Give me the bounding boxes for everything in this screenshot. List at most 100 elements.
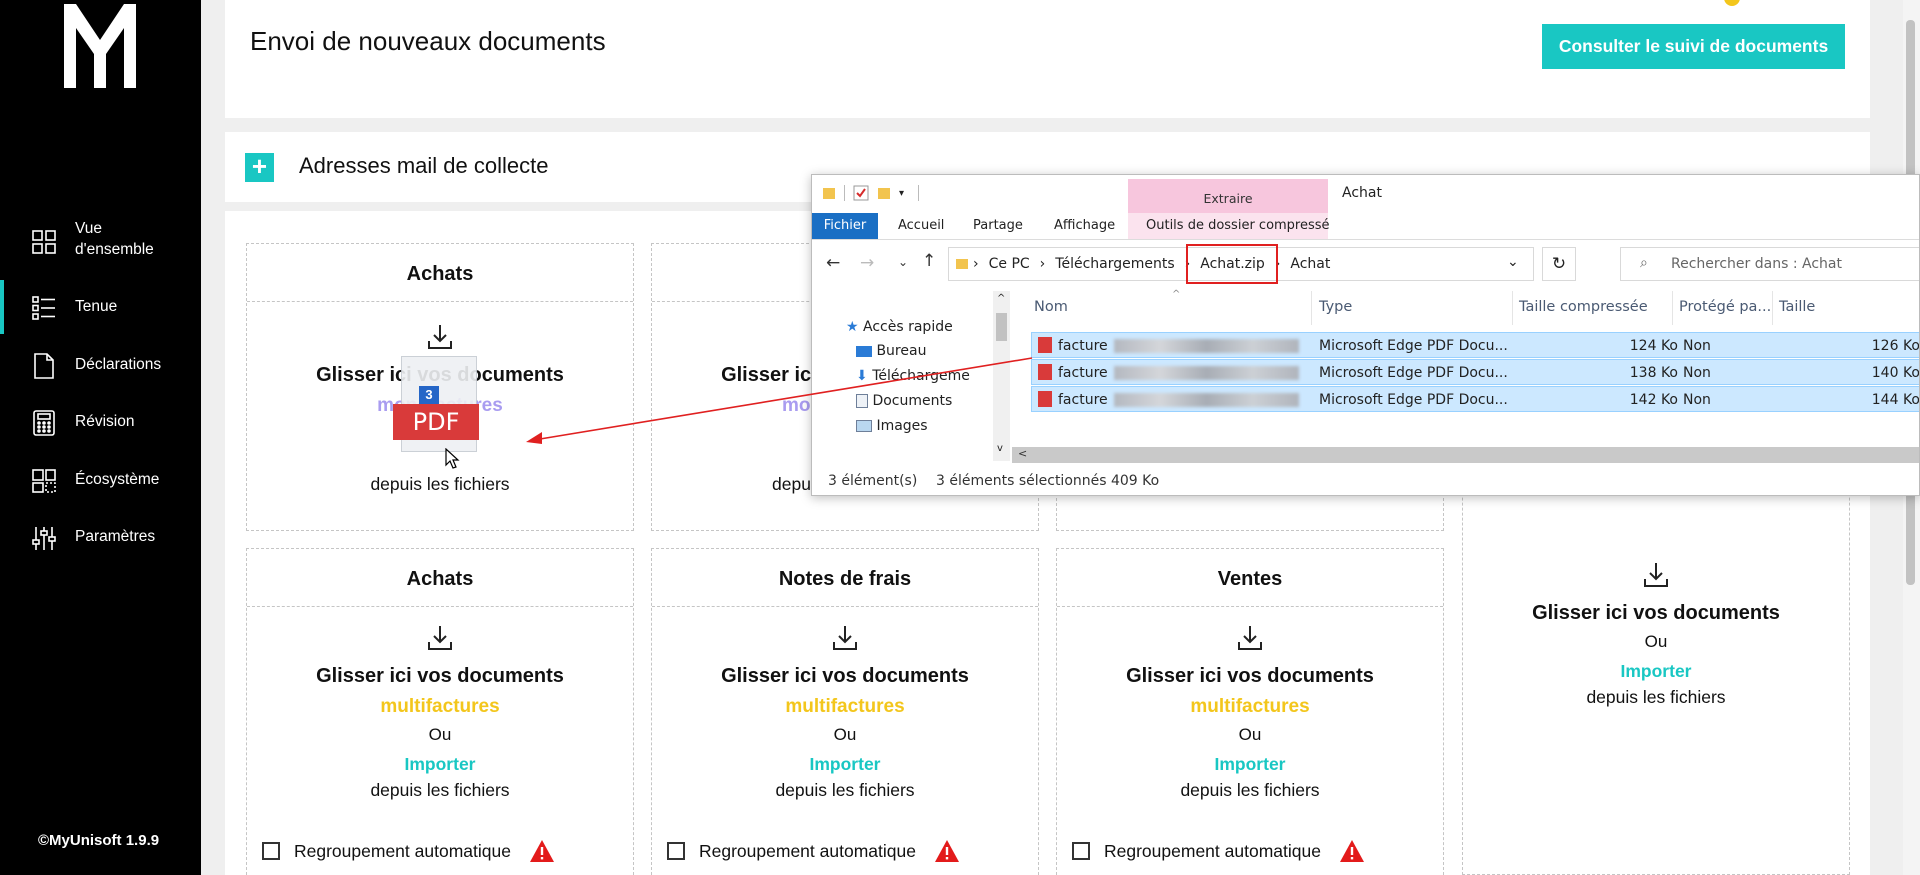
warning-icon[interactable] — [934, 839, 960, 863]
download-icon — [833, 626, 857, 650]
tab-outils-dossier-compresse[interactable]: Outils de dossier compressé — [1146, 213, 1330, 239]
myunisoft-logo[interactable] — [62, 2, 138, 90]
multi-invoice-link[interactable]: multifactures — [652, 696, 1038, 718]
tree-item-acces-rapide[interactable]: ★ Accès rapide — [846, 319, 953, 335]
nav-pane-scrollbar-thumb[interactable] — [996, 313, 1007, 341]
back-arrow-icon[interactable]: ← — [826, 253, 840, 273]
pdf-badge: PDF — [393, 404, 479, 440]
annotation-arrow — [526, 357, 1033, 444]
file-protected: Non — [1683, 338, 1711, 354]
forward-arrow-icon[interactable]: → — [860, 253, 874, 273]
tab-affichage[interactable]: Affichage — [1054, 213, 1115, 239]
drop-text: Glisser ici vos documents — [721, 665, 969, 687]
import-link[interactable]: Importer — [1057, 754, 1443, 775]
file-size: 144 Ko — [1871, 392, 1920, 408]
file-type: Microsoft Edge PDF Docu... — [1319, 365, 1508, 381]
sidebar-item-vue-ensemble[interactable]: Vue d'ensemble — [0, 218, 201, 264]
column-header-nom[interactable]: Nom — [1034, 299, 1068, 315]
page-title: Envoi de nouveaux documents — [250, 26, 606, 56]
warning-icon[interactable] — [529, 839, 555, 863]
sidebar-item-parametres[interactable]: Paramètres — [0, 522, 201, 552]
tab-partage[interactable]: Partage — [973, 213, 1023, 239]
redacted-name — [1113, 339, 1299, 353]
tab-fichier[interactable]: Fichier — [812, 213, 878, 239]
drag-count-badge: 3 — [419, 386, 439, 404]
dropzone-title: Achats — [247, 549, 633, 607]
breadcrumb-ce-pc[interactable]: Ce PC — [989, 256, 1030, 272]
address-dropdown-icon[interactable]: ⌄ — [1507, 254, 1519, 270]
auto-group-checkbox[interactable] — [667, 842, 685, 860]
dropzone-title: Ventes — [1057, 549, 1443, 607]
pdf-file-icon — [1038, 391, 1052, 407]
calculator-icon — [33, 410, 55, 436]
from-files-text: depuis les fichiers — [370, 780, 510, 800]
column-header-taille[interactable]: Taille — [1779, 299, 1815, 315]
breadcrumb-telechargements[interactable]: Téléchargements — [1055, 256, 1174, 272]
pdf-file-icon — [1038, 364, 1052, 380]
search-input[interactable]: Rechercher dans : Achat — [1620, 247, 1919, 281]
new-folder-icon[interactable] — [877, 185, 891, 201]
extract-context-label: Extraire — [1203, 191, 1253, 206]
file-name: facture — [1058, 338, 1108, 354]
download-icon — [1238, 626, 1262, 650]
column-header-taille-compressee[interactable]: Taille compressée — [1519, 299, 1648, 315]
sliders-icon — [32, 527, 56, 550]
file-row[interactable]: facture Microsoft Edge PDF Docu... 142 K… — [1031, 386, 1920, 412]
multi-invoice-link[interactable]: multifactures — [1057, 696, 1443, 718]
add-collect-address-button[interactable]: + — [245, 153, 274, 182]
download-icon — [1644, 563, 1668, 587]
sidebar-item-label: Déclarations — [75, 356, 162, 373]
refresh-icon[interactable]: ↻ — [1542, 247, 1576, 281]
file-name: facture — [1058, 392, 1108, 408]
from-files-text: depuis les fichiers — [1586, 687, 1726, 707]
drop-text: Glisser ici vos documents — [1126, 665, 1374, 687]
breadcrumb-achat[interactable]: Achat — [1290, 256, 1330, 272]
track-documents-button[interactable]: Consulter le suivi de documents — [1542, 24, 1845, 69]
dropzone-title: Achats — [247, 244, 633, 302]
dropzone-achats[interactable]: Achats Glisser ici vos documents multifa… — [246, 548, 634, 875]
sidebar-item-declarations[interactable]: Déclarations — [0, 350, 201, 380]
dropzone-ventes[interactable]: Ventes Glisser ici vos documents multifa… — [1056, 548, 1444, 875]
file-compressed-size: 124 Ko — [1629, 338, 1678, 354]
file-row[interactable]: facture Microsoft Edge PDF Docu... 124 K… — [1031, 332, 1919, 358]
redacted-name — [1113, 393, 1299, 407]
drag-ghost: PDF 3 — [385, 356, 497, 469]
status-item-count: 3 élément(s) — [828, 473, 918, 489]
sidebar-item-ecosysteme[interactable]: Écosystème — [0, 465, 201, 495]
sidebar-item-tenue[interactable]: Tenue — [0, 292, 201, 322]
file-row[interactable]: facture Microsoft Edge PDF Docu... 138 K… — [1031, 359, 1919, 385]
import-link[interactable]: Importer — [247, 754, 633, 775]
warning-icon[interactable] — [1339, 839, 1365, 863]
sidebar-item-revision[interactable]: Révision — [0, 407, 201, 437]
column-header-protege[interactable]: Protégé pa... — [1679, 299, 1771, 315]
properties-icon[interactable] — [853, 185, 869, 201]
up-arrow-icon[interactable]: ↑ — [922, 251, 936, 271]
folder-icon[interactable] — [822, 185, 836, 201]
dropzone-notes-de-frais[interactable]: Notes de frais Glisser ici vos documents… — [651, 548, 1039, 875]
tab-accueil[interactable]: Accueil — [898, 213, 944, 239]
download-icon — [428, 626, 452, 650]
drop-text: Glisser ici vos documents — [1532, 602, 1780, 624]
auto-group-label: Regroupement automatique — [1104, 840, 1321, 861]
sidebar-item-label: Tenue — [75, 298, 118, 315]
from-files-text: depuis les fichiers — [1180, 780, 1320, 800]
dashboard-grid-icon — [32, 230, 56, 254]
download-icon — [428, 325, 452, 349]
dropzone-title: Notes de frais — [652, 549, 1038, 607]
import-link[interactable]: Importer — [652, 754, 1038, 775]
collect-section-title: Adresses mail de collecte — [299, 153, 549, 178]
recent-locations-icon[interactable]: ⌄ — [898, 255, 908, 269]
highlight-box — [1186, 244, 1278, 284]
customize-toolbar-icon[interactable]: ▾ — [899, 188, 904, 199]
horizontal-scrollbar[interactable]: < — [1012, 447, 1919, 463]
auto-group-label: Regroupement automatique — [699, 840, 916, 861]
or-text: Ou — [428, 725, 452, 744]
import-link[interactable]: Importer — [1463, 661, 1849, 682]
auto-group-checkbox[interactable] — [262, 842, 280, 860]
ecosystem-icon — [32, 469, 56, 493]
auto-group-checkbox[interactable] — [1072, 842, 1090, 860]
multi-invoice-link[interactable]: multifactures — [247, 696, 633, 718]
file-protected: Non — [1683, 365, 1711, 381]
column-header-type[interactable]: Type — [1319, 299, 1352, 315]
auto-group-label: Regroupement automatique — [294, 840, 511, 861]
